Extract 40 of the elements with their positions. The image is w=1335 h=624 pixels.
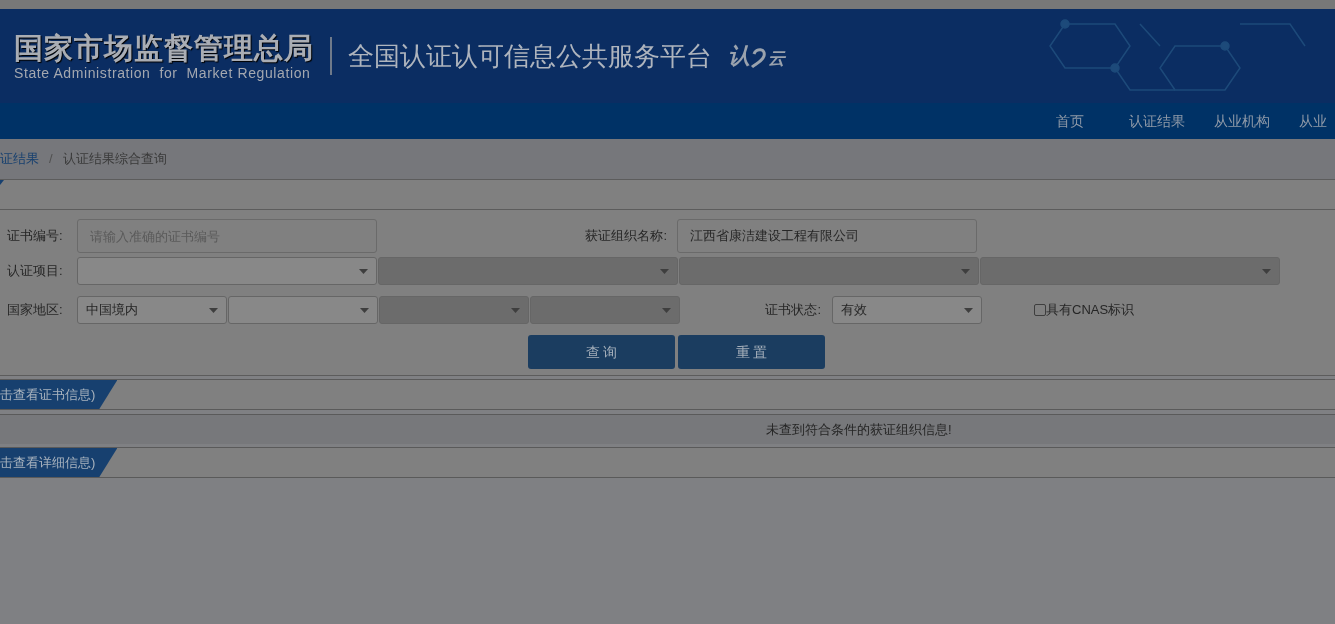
nav-link[interactable]: 首页 (1056, 110, 1084, 132)
caret-icon (209, 307, 218, 313)
reset-button[interactable]: 重 置 (678, 335, 825, 369)
section-tab[interactable]: 击查看证书信息) (0, 380, 118, 409)
field-label: 认证项目: (6, 262, 64, 281)
agency-name-english: State Administration for Market Regulation (14, 65, 312, 81)
nav-link[interactable]: 认证结果 (1129, 110, 1185, 132)
caret-icon (961, 268, 970, 274)
caret-icon (662, 307, 671, 313)
page-title: 认证结果综合查询 (62, 150, 167, 169)
breadcrumb-link[interactable]: 证结果 (0, 149, 39, 169)
field-label: 国家地区: (6, 301, 64, 320)
corner-marker-icon (0, 180, 4, 185)
caret-icon (660, 268, 669, 274)
dropdown[interactable]: 有效 (832, 296, 982, 324)
caret-icon (1262, 268, 1271, 274)
nav-link[interactable]: 从业机构 (1214, 110, 1270, 132)
search-button[interactable]: 查 询 (528, 335, 675, 369)
checkbox-label: 具有CNAS标识 (1046, 301, 1135, 320)
caret-icon (359, 268, 368, 274)
dropdown-value: 中国境内 (86, 301, 138, 320)
dropdown[interactable] (228, 296, 378, 324)
field-label: 证书状态: (764, 301, 822, 320)
field-label: 证书编号: (6, 227, 64, 246)
platform-title: 全国认证认可信息公共服务平台 (348, 39, 712, 73)
caret-icon (964, 307, 973, 313)
dropdown[interactable] (77, 257, 377, 285)
field-label: 获证组织名称: (584, 227, 668, 246)
organization-name-field[interactable]: 江西省康洁建设工程有限公司 (677, 219, 977, 253)
platform-logo: 认 云 (728, 44, 785, 68)
dropdown[interactable]: 中国境内 (77, 296, 227, 324)
dropdown-value: 有效 (841, 301, 867, 320)
empty-result-message: 未查到符合条件的获证组织信息! (766, 420, 952, 439)
section-tab[interactable]: 击查看详细信息) (0, 448, 118, 477)
caret-icon (360, 307, 369, 313)
cnas-checkbox[interactable] (1034, 304, 1046, 316)
agency-name: 国家市场监督管理总局 (14, 31, 314, 65)
breadcrumb-separator: / (49, 150, 53, 169)
caret-icon (511, 307, 520, 313)
nav-link[interactable]: 从业 (1299, 110, 1335, 132)
